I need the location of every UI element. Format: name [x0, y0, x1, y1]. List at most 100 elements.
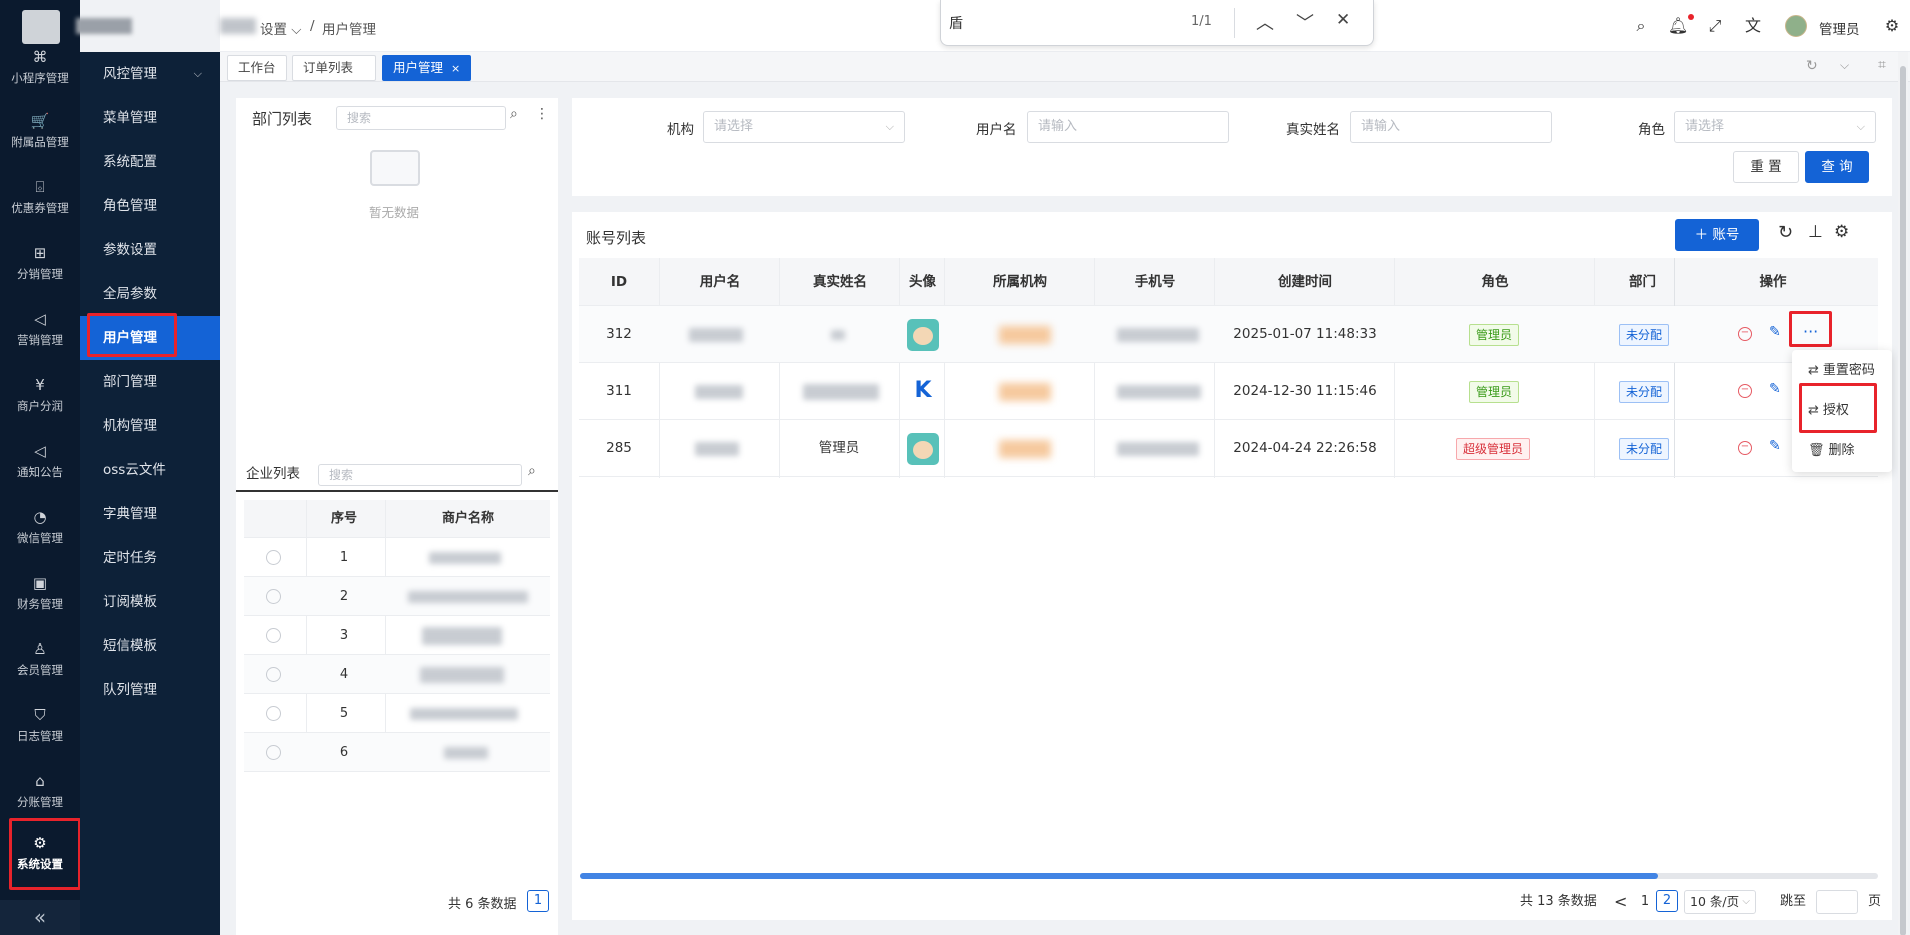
page-scrollbar-thumb[interactable]	[1900, 66, 1906, 935]
company-row[interactable]: 4	[244, 655, 550, 694]
realname-input[interactable]: 请输入	[1350, 111, 1552, 143]
company-row[interactable]: 5	[244, 694, 550, 733]
table-row[interactable]: 285 管理员 2024-04-24 22:26:58 超级管理员 未分配 − …	[579, 420, 1878, 477]
company-row[interactable]: 3	[244, 616, 550, 655]
submenu-item-cron[interactable]: 定时任务	[80, 536, 220, 580]
reset-button[interactable]: 重 置	[1733, 151, 1799, 183]
row-radio[interactable]	[266, 706, 281, 721]
jump-input[interactable]	[1816, 890, 1858, 914]
company-row[interactable]: 1	[244, 538, 550, 577]
collapse-sidebar-button[interactable]: «	[0, 900, 80, 935]
org-select[interactable]: 请选择 ⌵	[703, 111, 905, 143]
chevron-left-icon[interactable]: <	[1614, 890, 1627, 914]
user-avatar[interactable]	[1785, 15, 1807, 37]
chevron-up-icon[interactable]: ︿	[1256, 9, 1274, 35]
menu-item-delete[interactable]: 🗑︎ 删除	[1792, 434, 1892, 468]
rail-item-members[interactable]: ♙ 会员管理	[0, 632, 80, 694]
submenu-item-sms[interactable]: 短信模板	[80, 624, 220, 668]
more-vertical-icon[interactable]: ⋮	[535, 106, 549, 122]
translate-icon[interactable]: 文	[1742, 15, 1764, 37]
rail-item-split[interactable]: ⌂ 分账管理	[0, 764, 80, 826]
dept-search-input[interactable]: 搜索	[336, 106, 506, 130]
submenu-item-dict[interactable]: 字典管理	[80, 492, 220, 536]
close-icon[interactable]: ×	[451, 62, 460, 75]
cell-created: 2024-04-24 22:26:58	[1233, 440, 1377, 456]
company-page-1[interactable]: 1	[527, 890, 549, 912]
user-name[interactable]: 管理员	[1819, 18, 1860, 38]
company-row[interactable]: 6	[244, 733, 550, 772]
column-height-icon[interactable]: ⊥	[1808, 222, 1823, 242]
settings-icon[interactable]: ⚙	[1834, 222, 1849, 242]
edit-icon[interactable]: ✎	[1769, 381, 1781, 397]
maximize-icon[interactable]: ⌗	[1878, 57, 1886, 73]
table-row[interactable]: 311 K 2024-12-30 11:15:46 管理员 未分配 − ✎	[579, 363, 1878, 420]
page-scrollbar[interactable]	[1898, 52, 1908, 935]
disable-icon[interactable]: −	[1738, 384, 1752, 398]
mini-program-icon: ⌘	[32, 48, 48, 66]
rail-item-logs[interactable]: ⛉ 日志管理	[0, 698, 80, 760]
submenu-item-orgs[interactable]: 机构管理	[80, 404, 220, 448]
submenu-item-global-params[interactable]: 全局参数	[80, 272, 220, 316]
page-size-select[interactable]: 10 条/页 ⌵	[1684, 890, 1756, 914]
collapse-icon: «	[33, 905, 47, 929]
company-search-input[interactable]: 搜索	[318, 464, 522, 486]
merchant-name-blurred	[420, 667, 504, 683]
role-select[interactable]: 请选择 ⌵	[1674, 111, 1876, 143]
submenu-item-roles[interactable]: 角色管理	[80, 184, 220, 228]
edit-icon[interactable]: ✎	[1769, 438, 1781, 454]
row-radio[interactable]	[266, 628, 281, 643]
disable-icon[interactable]: −	[1738, 441, 1752, 455]
submenu-item-menu[interactable]: 菜单管理	[80, 96, 220, 140]
rail-item-marketing[interactable]: ◁ 营销管理	[0, 302, 80, 364]
submenu-item-oss[interactable]: oss云文件	[80, 448, 220, 492]
edit-icon[interactable]: ✎	[1769, 324, 1781, 340]
tab-workbench[interactable]: 工作台	[227, 55, 287, 81]
rail-item-accessories[interactable]: 🛒 附属品管理	[0, 104, 80, 166]
search-icon[interactable]: ⌕	[1630, 15, 1652, 37]
scrollbar-thumb[interactable]	[580, 873, 1658, 879]
refresh-tab-icon[interactable]: ↻	[1806, 58, 1818, 74]
horizontal-scrollbar[interactable]	[580, 873, 1878, 879]
rail-item-notices[interactable]: ◁ 通知公告	[0, 434, 80, 496]
refresh-icon[interactable]: ↻	[1778, 222, 1793, 243]
bell-icon[interactable]: 🔔︎	[1667, 15, 1689, 37]
query-button[interactable]: 查 询	[1805, 151, 1869, 183]
breadcrumb-parent[interactable]: 设置 ⌵	[260, 18, 302, 38]
settings-icon[interactable]: ⚙	[1881, 15, 1903, 37]
chevron-down-icon[interactable]: ﹀	[1296, 9, 1314, 35]
fullscreen-icon[interactable]: ⤢	[1704, 15, 1726, 37]
username-input[interactable]: 请输入	[1027, 111, 1229, 143]
rail-item-coupons[interactable]: ⌺ 优惠券管理	[0, 170, 80, 232]
submenu-item-depts[interactable]: 部门管理	[80, 360, 220, 404]
add-account-button[interactable]: ＋ 账号	[1675, 219, 1759, 251]
close-icon[interactable]: ✕	[1336, 10, 1350, 30]
rail-item-distribution[interactable]: ⊞ 分销管理	[0, 236, 80, 298]
highlight-box	[1799, 383, 1877, 433]
column-header-actions: 操作	[1759, 274, 1787, 290]
find-input[interactable]: 盾	[949, 13, 963, 33]
rail-item-merchant-profit[interactable]: ¥ 商户分润	[0, 368, 80, 430]
row-radio[interactable]	[266, 589, 281, 604]
company-row[interactable]: 2	[244, 577, 550, 616]
submenu-item-risk[interactable]: 风控管理 ⌵	[80, 52, 220, 96]
row-radio[interactable]	[266, 667, 281, 682]
search-icon[interactable]: ⌕	[510, 106, 518, 122]
search-icon[interactable]: ⌕	[528, 463, 536, 479]
chevron-down-icon[interactable]: ⌵	[1840, 58, 1849, 73]
tab-users[interactable]: 用户管理 ×	[382, 55, 472, 81]
submenu-item-config[interactable]: 系统配置	[80, 140, 220, 184]
table-row[interactable]: 312 2025-01-07 11:48:33 管理员 未分配 − ✎ ···	[579, 306, 1878, 363]
row-radio[interactable]	[266, 745, 281, 760]
column-header-created: 创建时间	[1278, 274, 1332, 290]
rail-item-wechat[interactable]: ◔ 微信管理	[0, 500, 80, 562]
submenu-item-subscribe[interactable]: 订阅模板	[80, 580, 220, 624]
page-2[interactable]: 2	[1656, 890, 1678, 912]
submenu-item-queue[interactable]: 队列管理	[80, 668, 220, 712]
rail-item-mini-program[interactable]: ⌘ 小程序管理	[0, 40, 80, 102]
row-radio[interactable]	[266, 550, 281, 565]
page-1[interactable]: 1	[1638, 890, 1652, 914]
disable-icon[interactable]: −	[1738, 327, 1752, 341]
rail-item-finance[interactable]: ▣ 财务管理	[0, 566, 80, 628]
tab-orders[interactable]: 订单列表	[292, 55, 376, 81]
submenu-item-params[interactable]: 参数设置	[80, 228, 220, 272]
